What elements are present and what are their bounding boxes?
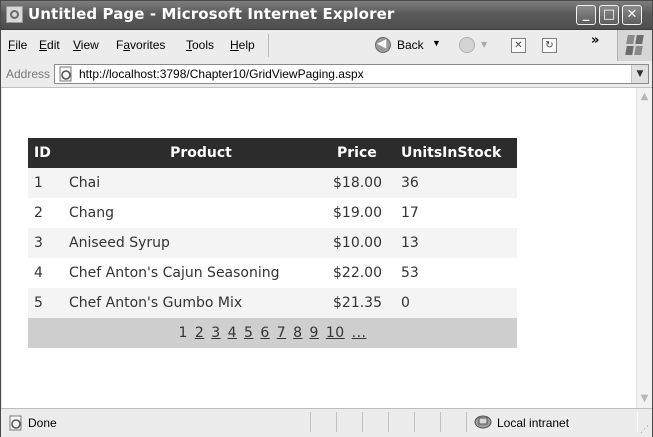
header-units: UnitsInStock [401, 138, 517, 168]
menu-file[interactable]: File [8, 38, 27, 52]
address-field[interactable]: http://localhost:3798/Chapter10/GridView… [54, 64, 649, 84]
pager-link-more[interactable]: ... [352, 325, 367, 341]
cell-price: $21.35 [333, 288, 401, 318]
cell-units: 0 [401, 288, 517, 318]
scroll-down-arrow[interactable]: ▼ [637, 390, 652, 407]
status-pane [440, 412, 467, 432]
scroll-up-arrow[interactable]: ▲ [637, 88, 652, 105]
minimize-button[interactable]: _ [576, 5, 596, 25]
address-bar: Address http://localhost:3798/Chapter10/… [1, 61, 652, 88]
resize-grip-icon[interactable]: ⋰ [640, 425, 649, 435]
pager-link-6[interactable]: 6 [260, 325, 269, 341]
table-row: 2 Chang $19.00 17 [28, 198, 517, 228]
ie-app-icon[interactable] [6, 6, 23, 23]
vertical-scrollbar[interactable]: ▲ ▼ [636, 88, 652, 408]
header-id: ID [28, 138, 69, 168]
products-gridview: ID Product Price UnitsInStock 1 Chai $18… [28, 138, 517, 348]
pager-link-5[interactable]: 5 [244, 325, 253, 341]
cell-product: Aniseed Syrup [69, 228, 333, 258]
cell-price: $19.00 [333, 198, 401, 228]
cell-product: Chang [69, 198, 333, 228]
pager: 1 2 3 4 5 6 7 8 9 10 ... [28, 318, 517, 348]
menu-tools[interactable]: Tools [186, 38, 214, 52]
address-label: Address [6, 67, 51, 81]
cell-price: $10.00 [333, 228, 401, 258]
cell-units: 53 [401, 258, 517, 288]
cell-id: 3 [28, 228, 69, 258]
close-button[interactable]: ✕ [622, 5, 642, 25]
cell-product: Chai [69, 168, 333, 198]
menu-help[interactable]: Help [230, 38, 255, 52]
stop-icon[interactable]: ✕ [511, 38, 526, 53]
menu-view[interactable]: View [73, 38, 99, 52]
pager-current-page: 1 [178, 325, 188, 341]
table-row: 4 Chef Anton's Cajun Seasoning $22.00 53 [28, 258, 517, 288]
window-title: Untitled Page - Microsoft Internet Explo… [28, 5, 395, 23]
cell-price: $22.00 [333, 258, 401, 288]
pager-link-4[interactable]: 4 [228, 325, 237, 341]
title-bar[interactable]: Untitled Page - Microsoft Internet Explo… [1, 1, 652, 30]
grid-header-row: ID Product Price UnitsInStock [28, 138, 517, 168]
cell-price: $18.00 [333, 168, 401, 198]
pager-link-2[interactable]: 2 [195, 325, 204, 341]
cell-product: Chef Anton's Cajun Seasoning [69, 258, 333, 288]
table-row: 5 Chef Anton's Gumbo Mix $21.35 0 [28, 288, 517, 318]
status-bar: Done Local intranet ⋰ [1, 408, 652, 437]
page-content-top [2, 88, 636, 117]
pager-link-7[interactable]: 7 [277, 325, 286, 341]
maximize-button[interactable]: □ [599, 5, 619, 25]
status-text: Done [28, 416, 57, 430]
forward-dropdown-icon[interactable]: ▼ [481, 40, 487, 49]
cell-units: 13 [401, 228, 517, 258]
refresh-icon[interactable]: ↻ [542, 38, 557, 53]
windows-logo [617, 30, 652, 61]
cell-id: 5 [28, 288, 69, 318]
table-row: 1 Chai $18.00 36 [28, 168, 517, 198]
status-pane [362, 412, 389, 432]
page-status-icon [9, 415, 22, 431]
status-pane [388, 412, 415, 432]
cell-product: Chef Anton's Gumbo Mix [69, 288, 333, 318]
address-dropdown-icon[interactable]: ▼ [631, 65, 648, 83]
menu-edit[interactable]: Edit [39, 38, 60, 52]
menu-toolbar-bar: File Edit View Favorites Tools Help ◀ Ba… [1, 30, 652, 62]
toolbar-separator [268, 34, 269, 57]
pager-row: 1 2 3 4 5 6 7 8 9 10 ... [28, 318, 517, 348]
status-pane [336, 412, 363, 432]
pager-link-3[interactable]: 3 [211, 325, 220, 341]
pager-link-8[interactable]: 8 [293, 325, 302, 341]
table-row: 3 Aniseed Syrup $10.00 13 [28, 228, 517, 258]
menu-favorites[interactable]: Favorites [116, 38, 165, 52]
cell-id: 4 [28, 258, 69, 288]
page-icon [59, 66, 72, 82]
cell-id: 1 [28, 168, 69, 198]
browser-window: Untitled Page - Microsoft Internet Explo… [0, 0, 653, 437]
local-intranet-icon [474, 415, 492, 429]
pager-link-10[interactable]: 10 [326, 325, 345, 341]
zone-text: Local intranet [497, 416, 570, 430]
header-price: Price [333, 138, 401, 168]
toolbar-overflow-chevron[interactable]: » [591, 33, 599, 48]
cell-id: 2 [28, 198, 69, 228]
address-url: http://localhost:3798/Chapter10/GridView… [79, 67, 364, 81]
back-dropdown-icon[interactable]: ▼ [432, 38, 441, 48]
forward-arrow-icon[interactable] [459, 37, 475, 53]
status-pane [310, 412, 337, 432]
pager-link-9[interactable]: 9 [309, 325, 318, 341]
status-pane [414, 412, 441, 432]
cell-units: 17 [401, 198, 517, 228]
header-product: Product [69, 138, 333, 168]
cell-units: 36 [401, 168, 517, 198]
